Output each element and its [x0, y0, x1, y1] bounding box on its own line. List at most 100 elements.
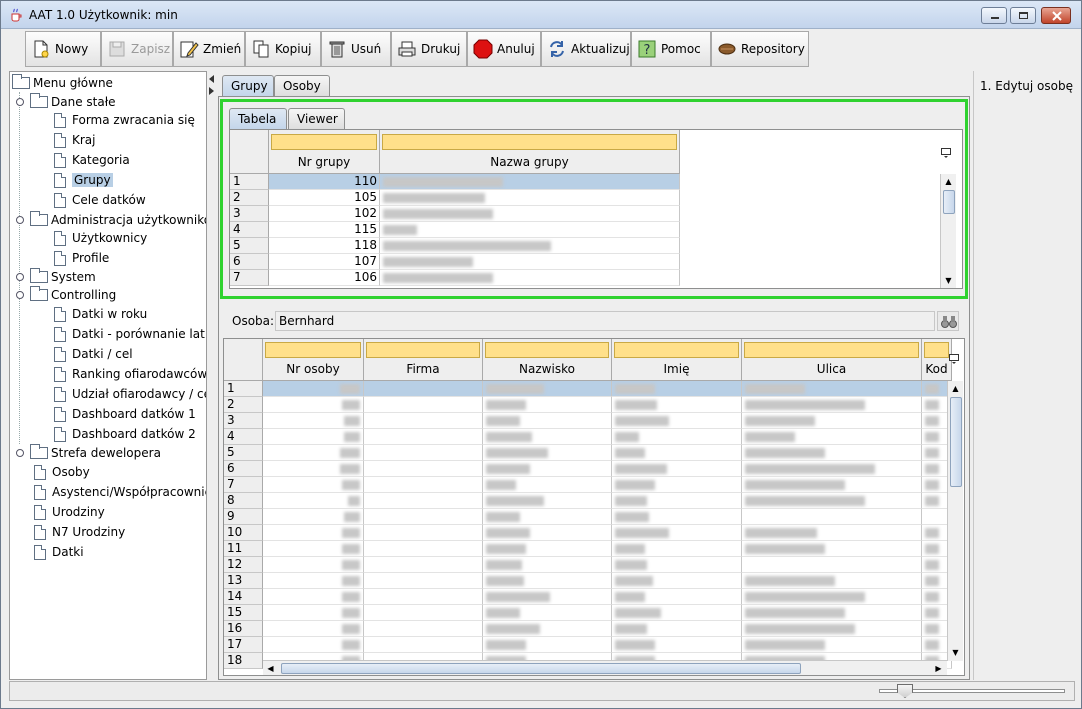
maximize-button[interactable]: [1010, 7, 1036, 24]
group-name-cell[interactable]: [380, 190, 680, 206]
tree-node-datki[interactable]: Datki: [34, 543, 84, 561]
tree-node-forma-zwracania[interactable]: Forma zwracania się: [54, 111, 195, 129]
ulica-cell[interactable]: [742, 461, 922, 477]
tree-node-grupy[interactable]: Grupy: [54, 171, 113, 189]
copy-button[interactable]: Kopiuj: [245, 31, 321, 67]
row-number[interactable]: 3: [224, 413, 263, 429]
imie-cell[interactable]: [612, 541, 742, 557]
nr-osoby-cell[interactable]: [263, 573, 364, 589]
firma-cell[interactable]: [364, 477, 483, 493]
group-number-cell[interactable]: 105: [269, 190, 380, 206]
nr-osoby-cell[interactable]: [263, 525, 364, 541]
ulica-cell[interactable]: [742, 621, 922, 637]
tree-node-uzytkownicy[interactable]: Użytkownicy: [54, 229, 147, 247]
nazwisko-cell[interactable]: [483, 621, 612, 637]
tree-node-dashboard-2[interactable]: Dashboard datków 2: [54, 425, 196, 443]
row-number[interactable]: 14: [224, 589, 263, 605]
firma-cell[interactable]: [364, 541, 483, 557]
ulica-cell[interactable]: [742, 429, 922, 445]
firma-cell[interactable]: [364, 445, 483, 461]
filter-field[interactable]: [366, 342, 480, 358]
nazwisko-cell[interactable]: [483, 413, 612, 429]
imie-cell[interactable]: [612, 573, 742, 589]
new-button[interactable]: Nowy: [25, 31, 101, 67]
firma-cell[interactable]: [364, 397, 483, 413]
nazwisko-cell[interactable]: [483, 605, 612, 621]
imie-cell[interactable]: [612, 397, 742, 413]
nr-osoby-cell[interactable]: [263, 637, 364, 653]
group-number-cell[interactable]: 115: [269, 222, 380, 238]
nazwisko-cell[interactable]: [483, 493, 612, 509]
scroll-thumb[interactable]: [950, 397, 962, 487]
row-number[interactable]: 11: [224, 541, 263, 557]
ulica-cell[interactable]: [742, 605, 922, 621]
group-name-cell[interactable]: [380, 238, 680, 254]
group-name-cell[interactable]: [380, 222, 680, 238]
column-header-nr-osoby[interactable]: Nr osoby: [263, 339, 364, 381]
row-number[interactable]: 8: [224, 493, 263, 509]
delete-button[interactable]: Usuń: [321, 31, 391, 67]
cancel-button[interactable]: Anuluj: [467, 31, 541, 67]
scroll-thumb[interactable]: [943, 190, 955, 214]
column-header-nr-grupy[interactable]: Nr grupy: [269, 130, 380, 174]
filter-field[interactable]: [744, 342, 919, 358]
ulica-cell[interactable]: [742, 381, 922, 397]
edit-person-action[interactable]: 1. Edytuj osobę: [980, 79, 1073, 93]
firma-cell[interactable]: [364, 493, 483, 509]
ulica-cell[interactable]: [742, 397, 922, 413]
row-number[interactable]: 18: [224, 653, 263, 669]
imie-cell[interactable]: [612, 621, 742, 637]
tree-node-kategoria[interactable]: Kategoria: [54, 151, 130, 169]
nazwisko-cell[interactable]: [483, 557, 612, 573]
ulica-cell[interactable]: [742, 541, 922, 557]
firma-cell[interactable]: [364, 589, 483, 605]
tree-node-udzial[interactable]: Udział ofiarodawcy / cel: [54, 385, 206, 403]
filter-field[interactable]: [924, 342, 949, 358]
tree-node-n7-urodziny[interactable]: N7 Urodziny: [34, 523, 125, 541]
ulica-cell[interactable]: [742, 525, 922, 541]
nazwisko-cell[interactable]: [483, 637, 612, 653]
nazwisko-cell[interactable]: [483, 381, 612, 397]
nr-osoby-cell[interactable]: [263, 605, 364, 621]
row-number[interactable]: 2: [224, 397, 263, 413]
help-button[interactable]: ? Pomoc: [631, 31, 711, 67]
tree-node-datki-porownanie[interactable]: Datki - porównanie lat: [54, 325, 205, 343]
tab-tabela[interactable]: Tabela: [229, 108, 287, 129]
firma-cell[interactable]: [364, 461, 483, 477]
group-name-cell[interactable]: [380, 206, 680, 222]
firma-cell[interactable]: [364, 429, 483, 445]
persons-vertical-scrollbar[interactable]: ▲ ▼: [947, 381, 963, 661]
row-number[interactable]: 16: [224, 621, 263, 637]
column-header-nazwisko[interactable]: Nazwisko: [483, 339, 612, 381]
nr-osoby-cell[interactable]: [263, 413, 364, 429]
row-number[interactable]: 1: [230, 174, 269, 190]
tab-viewer[interactable]: Viewer: [288, 108, 345, 129]
nazwisko-cell[interactable]: [483, 445, 612, 461]
edit-button[interactable]: Zmień: [173, 31, 245, 67]
group-number-cell[interactable]: 118: [269, 238, 380, 254]
row-number[interactable]: 6: [224, 461, 263, 477]
imie-cell[interactable]: [612, 413, 742, 429]
tree-node-datki-w-roku[interactable]: Datki w roku: [54, 305, 147, 323]
nr-osoby-cell[interactable]: [263, 493, 364, 509]
nr-osoby-cell[interactable]: [263, 621, 364, 637]
persons-horizontal-scrollbar[interactable]: ◀ ▶: [263, 660, 947, 675]
group-number-cell[interactable]: 110: [269, 174, 380, 190]
imie-cell[interactable]: [612, 605, 742, 621]
row-number[interactable]: 17: [224, 637, 263, 653]
column-chooser-icon[interactable]: [941, 148, 951, 158]
filter-field[interactable]: [271, 134, 377, 150]
tree-node-cele-datkow[interactable]: Cele datków: [54, 191, 146, 209]
imie-cell[interactable]: [612, 429, 742, 445]
groups-vertical-scrollbar[interactable]: ▲ ▼: [940, 174, 956, 288]
scroll-up-icon[interactable]: ▲: [941, 174, 956, 189]
minimize-button[interactable]: [981, 7, 1007, 24]
group-name-cell[interactable]: [380, 254, 680, 270]
filter-field[interactable]: [382, 134, 677, 150]
nr-osoby-cell[interactable]: [263, 557, 364, 573]
tree-node-controlling[interactable]: Controlling: [30, 286, 116, 304]
expand-toggle-icon[interactable]: [16, 291, 24, 299]
split-pane-divider[interactable]: [208, 71, 218, 680]
nazwisko-cell[interactable]: [483, 509, 612, 525]
nazwisko-cell[interactable]: [483, 525, 612, 541]
